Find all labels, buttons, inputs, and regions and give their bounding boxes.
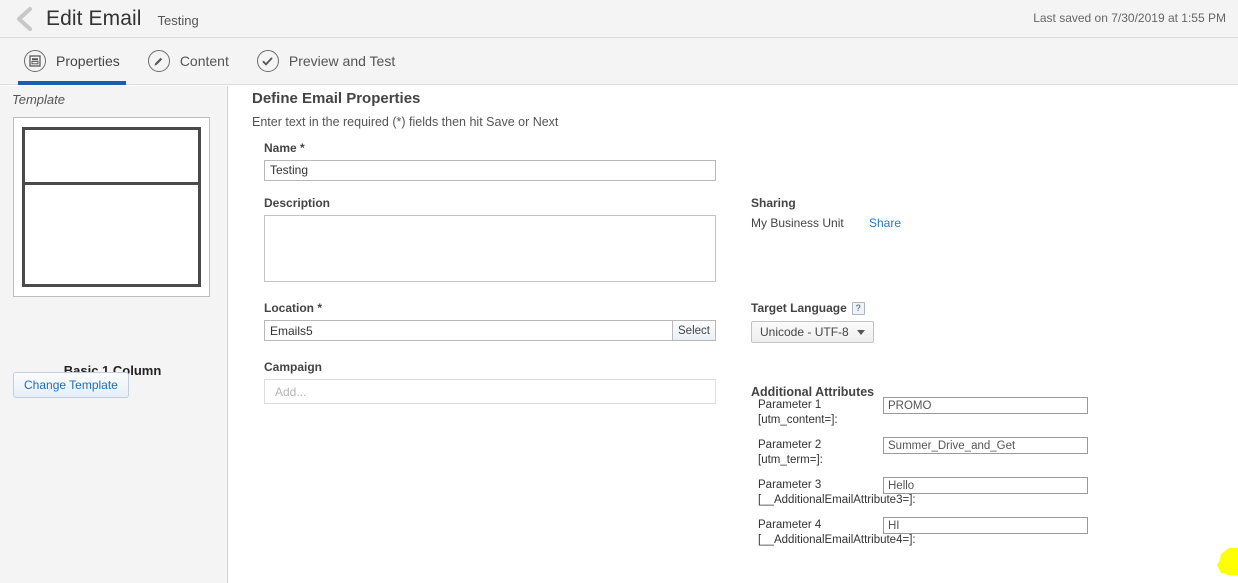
- last-saved-status: Last saved on 7/30/2019 at 1:55 PM: [1033, 11, 1226, 25]
- app-header: Edit Email Testing Last saved on 7/30/20…: [0, 0, 1238, 38]
- name-field-group: Name *: [264, 141, 716, 181]
- tab-properties[interactable]: Properties: [10, 38, 134, 85]
- target-language-label: Target Language ?: [751, 301, 865, 315]
- name-input[interactable]: [264, 159, 716, 181]
- edit-email-screen: Edit Email Testing Last saved on 7/30/20…: [0, 0, 1238, 583]
- help-icon[interactable]: ?: [851, 301, 865, 315]
- page-subtitle: Testing: [157, 13, 199, 28]
- location-label: Location *: [264, 301, 323, 315]
- section-subtitle: Enter text in the required (*) fields th…: [252, 115, 559, 129]
- change-template-button[interactable]: Change Template: [13, 372, 129, 398]
- location-input[interactable]: [264, 320, 672, 341]
- back-button[interactable]: [6, 0, 44, 38]
- main-content: Define Email Properties Enter text in th…: [229, 86, 1238, 583]
- description-label: Description: [264, 196, 331, 210]
- share-link[interactable]: Share: [869, 216, 901, 230]
- parameter-label: Parameter 1 [utm_content=]:: [758, 398, 838, 427]
- chevron-down-icon: [856, 329, 865, 335]
- name-label: Name *: [264, 140, 305, 155]
- chevron-left-icon: [16, 6, 33, 31]
- sharing-value: My Business Unit: [751, 216, 844, 230]
- template-thumbnail[interactable]: Basic 1 Column: [13, 117, 210, 378]
- parameter-input[interactable]: [883, 517, 1088, 534]
- campaign-label: Campaign: [264, 360, 323, 374]
- target-language-select[interactable]: Unicode - UTF-8: [751, 321, 874, 343]
- tab-active-indicator: [18, 80, 126, 85]
- template-panel-heading: Template: [12, 92, 65, 107]
- location-field-group: Location * Select: [264, 301, 716, 341]
- description-textarea[interactable]: [264, 215, 716, 282]
- parameter-label-line2: [__AdditionalEmailAttribute4=]:: [758, 533, 916, 546]
- parameter-label-line1: Parameter 4: [758, 519, 822, 531]
- target-language-label-text: Target Language: [751, 301, 847, 315]
- parameter-label-line1: Parameter 3: [758, 479, 822, 491]
- parameter-input[interactable]: [883, 477, 1088, 494]
- tab-preview-and-test[interactable]: Preview and Test: [243, 38, 409, 85]
- campaign-field-group: Campaign: [264, 360, 716, 404]
- tab-content-label: Content: [179, 53, 229, 69]
- tab-preview-label: Preview and Test: [288, 53, 396, 69]
- check-circle-icon: [256, 50, 279, 72]
- parameter-label-line1: Parameter 2: [758, 439, 822, 451]
- template-thumbnail-frame: [22, 127, 201, 287]
- parameter-label-line2: [utm_content=]:: [758, 413, 838, 426]
- template-region-header: [25, 130, 198, 185]
- sharing-label: Sharing: [751, 196, 796, 210]
- parameter-label-line2: [__AdditionalEmailAttribute3=]:: [758, 493, 916, 506]
- parameter-label-line1: Parameter 1: [758, 399, 822, 411]
- pencil-icon: [147, 50, 170, 72]
- parameter-input[interactable]: [883, 437, 1088, 454]
- page-title: Edit Email: [46, 6, 142, 30]
- parameter-input[interactable]: [883, 397, 1088, 414]
- section-title: Define Email Properties: [252, 90, 421, 107]
- description-field-group: Description: [264, 196, 716, 287]
- tab-content[interactable]: Content: [134, 38, 243, 85]
- template-panel: Template Basic 1 Column Change Template: [0, 86, 228, 583]
- campaign-input[interactable]: [264, 379, 716, 404]
- tab-properties-label: Properties: [56, 53, 120, 69]
- additional-attributes-title: Additional Attributes: [751, 385, 875, 399]
- template-icon: [24, 50, 46, 72]
- target-language-value: Unicode - UTF-8: [760, 325, 849, 339]
- tab-bar: Properties Content Preview and Test: [0, 38, 1238, 85]
- parameter-label-line2: [utm_term=]:: [758, 453, 823, 466]
- parameter-label: Parameter 2 [utm_term=]:: [758, 438, 823, 467]
- location-select-button[interactable]: Select: [672, 320, 716, 341]
- location-input-row: Select: [264, 320, 716, 341]
